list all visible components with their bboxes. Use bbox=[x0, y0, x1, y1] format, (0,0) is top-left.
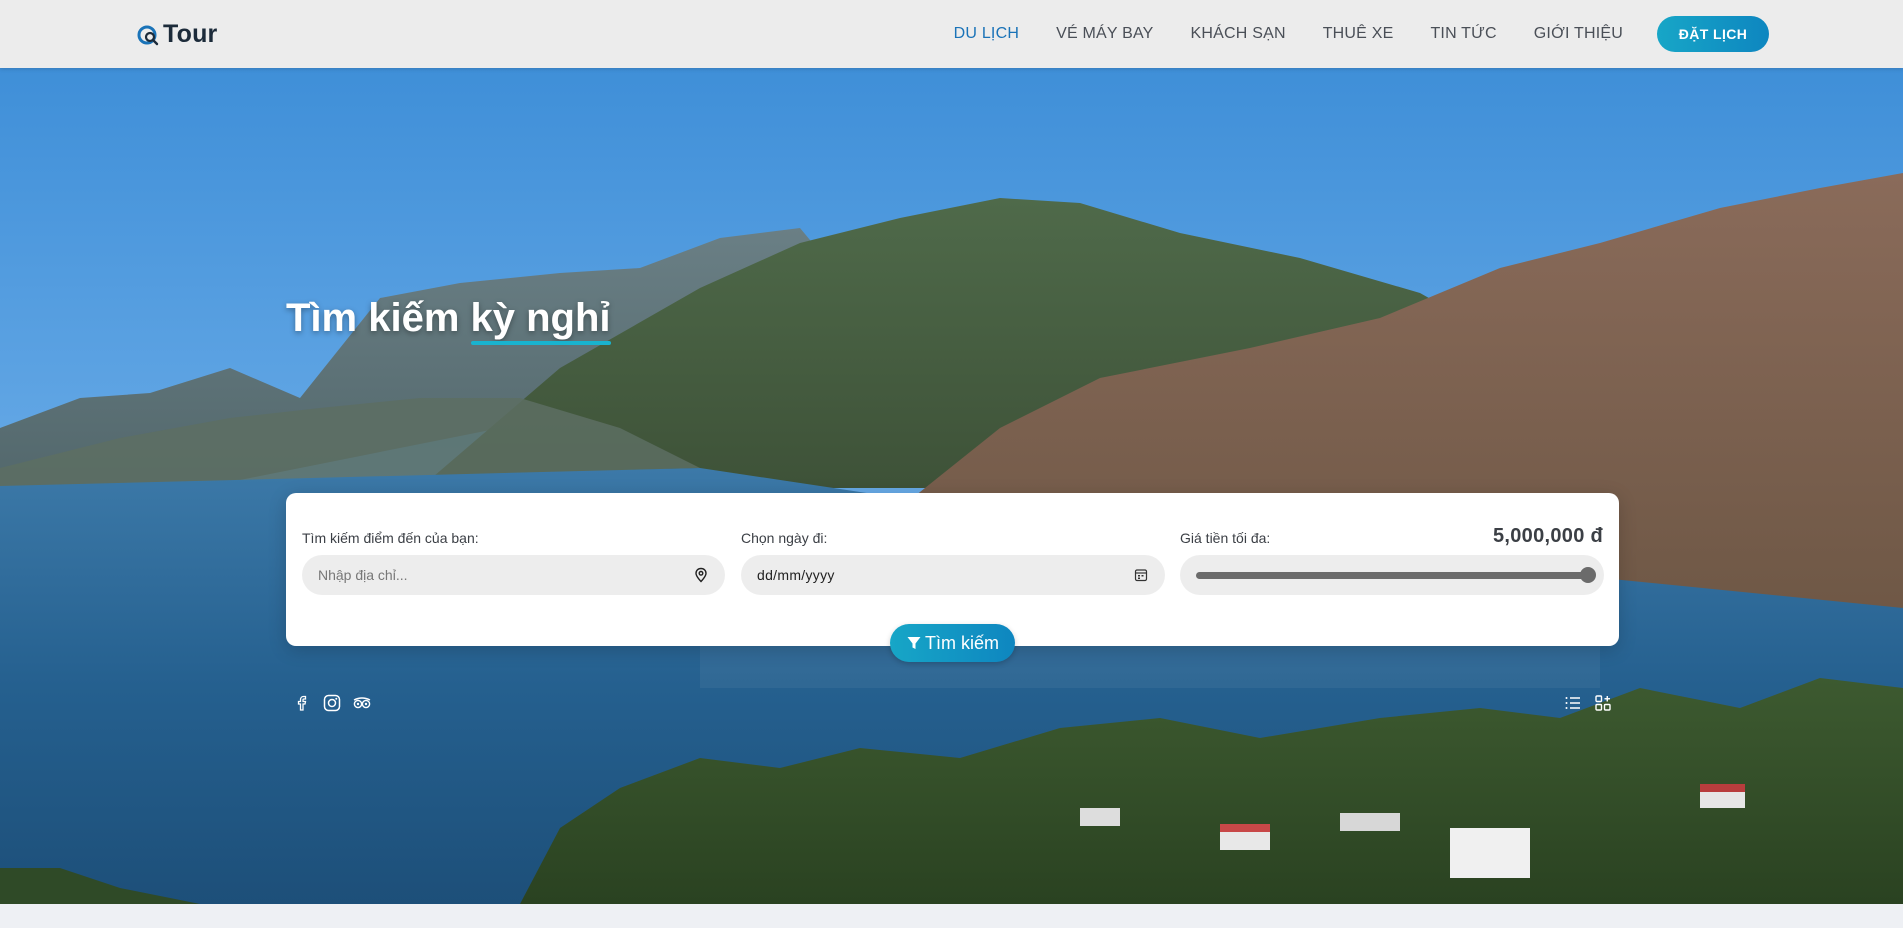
price-value: 5,000,000 đ bbox=[1492, 525, 1603, 547]
hero-title-plain: Tìm kiếm bbox=[286, 296, 471, 340]
hero-title-highlight: kỳ nghỉ bbox=[470, 296, 611, 345]
price-slider[interactable] bbox=[1180, 555, 1604, 595]
nav-item-thue-xe[interactable]: THUÊ XE bbox=[1323, 25, 1394, 43]
main-nav: DU LỊCH VÉ MÁY BAY KHÁCH SẠN THUÊ XE TIN… bbox=[954, 0, 1623, 68]
hero-section bbox=[0, 68, 1903, 904]
nav-item-ve-may-bay[interactable]: VÉ MÁY BAY bbox=[1056, 25, 1153, 43]
nav-item-khach-san[interactable]: KHÁCH SẠN bbox=[1191, 25, 1286, 43]
hero-title: Tìm kiếm kỳ nghỉ bbox=[286, 296, 611, 345]
calendar-icon[interactable] bbox=[1133, 567, 1149, 583]
facebook-icon[interactable] bbox=[292, 693, 312, 713]
logo-icon bbox=[137, 25, 159, 45]
site-header: Tour DU LỊCH VÉ MÁY BAY KHÁCH SẠN THUÊ X… bbox=[0, 0, 1903, 68]
search-button-label: Tìm kiếm bbox=[925, 632, 999, 653]
nav-item-tin-tuc[interactable]: TIN TỨC bbox=[1430, 25, 1496, 43]
date-field[interactable]: dd/mm/yyyy bbox=[741, 555, 1165, 595]
logo-text: Tour bbox=[163, 20, 218, 48]
instagram-icon[interactable] bbox=[322, 693, 342, 713]
logo[interactable]: Tour bbox=[137, 20, 218, 49]
filter-icon bbox=[907, 637, 921, 649]
social-links bbox=[292, 693, 372, 713]
hero-background-image bbox=[0, 68, 1903, 904]
search-button[interactable]: Tìm kiếm bbox=[890, 624, 1015, 662]
destination-field[interactable] bbox=[302, 555, 725, 595]
view-toggle bbox=[1563, 693, 1613, 713]
nav-item-du-lich[interactable]: DU LỊCH bbox=[954, 25, 1019, 43]
grid-view-icon[interactable] bbox=[1593, 693, 1613, 713]
list-view-icon[interactable] bbox=[1563, 693, 1583, 713]
date-label: Chọn ngày đi: bbox=[741, 530, 828, 546]
book-button[interactable]: ĐẶT LỊCH bbox=[1657, 16, 1769, 52]
nav-item-gioi-thieu[interactable]: GIỚI THIỆU bbox=[1534, 25, 1623, 43]
location-pin-icon bbox=[695, 567, 707, 583]
price-label: Giá tiền tối đa: bbox=[1180, 530, 1271, 546]
destination-input[interactable] bbox=[318, 567, 693, 583]
tripadvisor-icon[interactable] bbox=[352, 693, 372, 713]
date-input[interactable]: dd/mm/yyyy bbox=[757, 567, 1133, 583]
price-slider-thumb[interactable] bbox=[1580, 567, 1596, 583]
destination-label: Tìm kiếm điểm đến của bạn: bbox=[302, 530, 479, 546]
page-bottom-strip bbox=[0, 904, 1903, 928]
price-slider-track[interactable] bbox=[1196, 572, 1588, 579]
